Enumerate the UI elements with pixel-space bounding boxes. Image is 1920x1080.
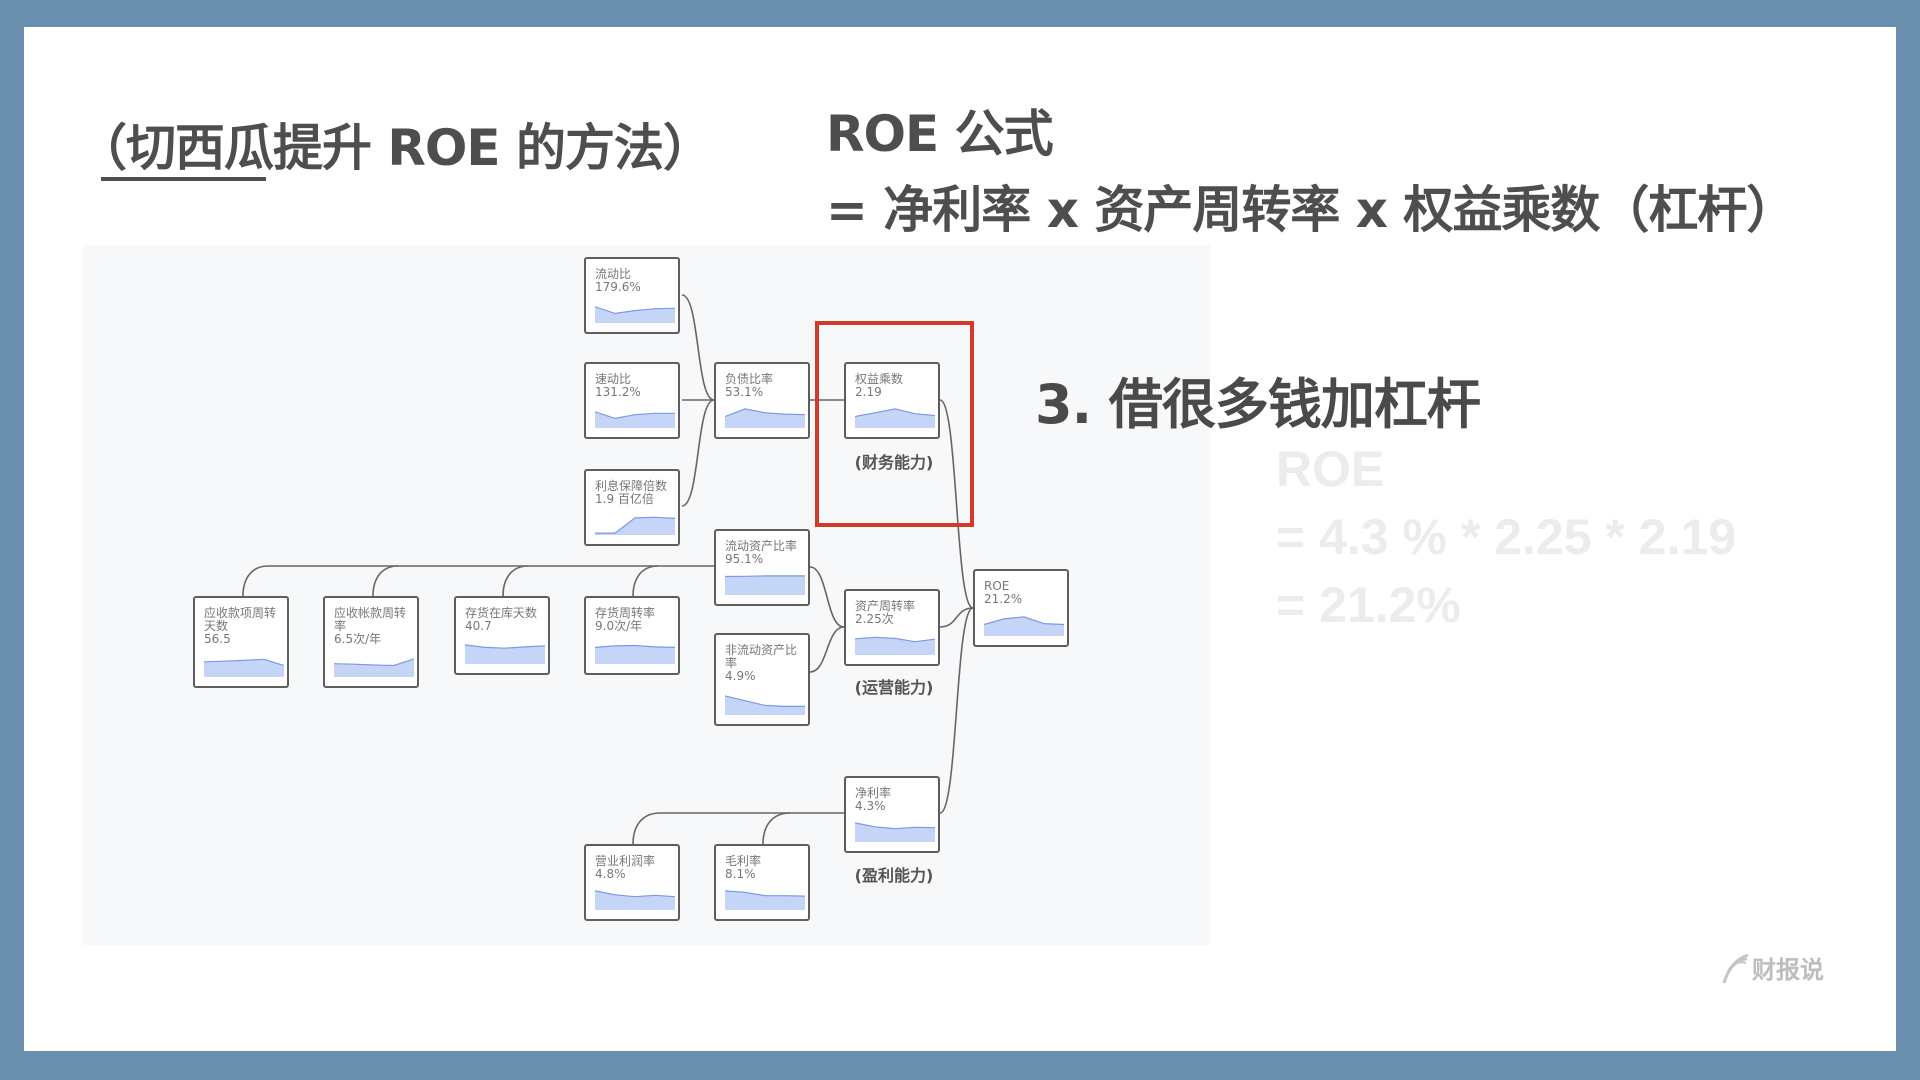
node-label: 利息保障倍数 1.9 百亿倍 [595,480,674,506]
node-label: 流动资产比率 95.1% [725,540,804,566]
sparkline-chart [725,695,805,715]
caption-profit: (盈利能力) [854,866,934,885]
node-debt-ratio[interactable]: 负债比率 53.1% [714,362,810,439]
node-asset-turnover[interactable]: 资产周转率 2.25次 [844,589,940,666]
sparkline-chart [725,408,805,428]
node-value: 131.2% [595,385,641,399]
sparkline-area [725,890,805,910]
logo-text: 财报说 [1752,956,1824,984]
node-value: 9.0次/年 [595,619,643,633]
node-inventory-turnover[interactable]: 存货周转率 9.0次/年 [584,596,680,675]
node-value: 95.1% [725,552,764,566]
node-label: 速动比 131.2% [595,373,674,399]
sparkline-chart [595,411,675,428]
sparkline-area [725,575,805,595]
node-value: 56.5 [204,632,231,646]
point-heading: 3. 借很多钱加杠杆 [1035,373,1481,436]
sparkline-area [595,517,675,535]
roe-formula: = 净利率 x 资产周转率 x 权益乘数（杠杆） [826,181,1796,239]
feather-logo-icon [1722,953,1749,983]
node-quick-ratio[interactable]: 速动比 131.2% [584,362,680,439]
sparkline-area [984,616,1064,636]
brand-logo: 财报说 [1720,950,1824,985]
calc-line-2: = 4.3 % * 2.25 * 2.19 [1276,509,1737,565]
calc-line-3: = 21.2% [1276,577,1461,633]
node-noncurrent-asset-ratio[interactable]: 非流动资产比率 4.9% [714,633,810,726]
sparkline-area [334,658,414,677]
node-name: 应收款项周转天数 [204,606,277,633]
node-label: 净利率 4.3% [855,787,934,813]
sparkline-chart [595,516,675,535]
node-receivable-days[interactable]: 应收款项周转天数 56.5 [193,596,289,688]
sparkline-chart [725,890,805,910]
slide-title: （切西瓜提升 ROE 的方法） [77,119,713,177]
node-value: 21.2% [984,592,1023,606]
node-inventory-days[interactable]: 存货在库天数 40.7 [454,596,550,675]
sparkline-line [725,575,805,578]
sparkline-area [595,645,675,664]
sparkline-area [855,637,935,655]
node-value: 6.5次/年 [334,632,382,646]
sparkline-chart [725,575,805,595]
caption-operation: (运营能力) [854,678,934,697]
node-label: 负债比率 53.1% [725,373,804,399]
node-gross-margin[interactable]: 毛利率 8.1% [714,844,810,921]
node-label: 资产周转率 2.25次 [855,600,934,626]
node-label: 存货周转率 9.0次/年 [595,607,674,633]
node-value: 1.9 百亿倍 [595,492,654,506]
sparkline-chart [595,306,675,323]
node-current-asset-ratio[interactable]: 流动资产比率 95.1% [714,529,810,606]
formula-heading: ROE 公式 [826,105,1054,163]
sparkline-chart [855,636,935,655]
sparkline-area [595,306,675,323]
node-value: 4.3% [855,799,886,813]
node-name: 应收帐款周转率 [334,606,407,633]
node-value: 179.6% [595,280,641,294]
sparkline-chart [465,644,545,664]
node-receivable-turnover[interactable]: 应收帐款周转率 6.5次/年 [323,596,419,688]
sparkline-chart [595,890,675,910]
title-underline [101,177,266,181]
node-interest-coverage[interactable]: 利息保障倍数 1.9 百亿倍 [584,469,680,546]
node-value: 4.9% [725,669,756,683]
highlight-box-equity-multiplier [815,321,974,527]
sparkline-chart [334,658,414,677]
node-current-ratio[interactable]: 流动比 179.6% [584,257,680,334]
node-label: 毛利率 8.1% [725,855,804,881]
node-operating-margin[interactable]: 营业利润率 4.8% [584,844,680,921]
node-value: 4.8% [595,867,626,881]
node-roe[interactable]: ROE 21.2% [973,569,1069,647]
caption-finance: (财务能力) [854,453,934,472]
node-value: 8.1% [725,867,756,881]
node-net-margin[interactable]: 净利率 4.3% [844,776,940,853]
sparkline-chart [204,658,284,677]
sparkline-chart [595,644,675,664]
node-label: 应收款项周转天数 56.5 [204,607,283,646]
sparkline-chart [855,822,935,842]
node-label: ROE 21.2% [984,580,1063,606]
node-label: 流动比 179.6% [595,268,674,294]
calc-line-1: ROE [1276,441,1385,497]
node-value: 2.25次 [855,612,894,626]
node-label: 营业利润率 4.8% [595,855,674,881]
node-label: 应收帐款周转率 6.5次/年 [334,607,413,646]
node-value: 40.7 [465,619,492,633]
node-label: 非流动资产比率 4.9% [725,644,804,683]
node-label: 存货在库天数 40.7 [465,607,544,633]
node-name: 非流动资产比率 [725,643,798,670]
node-value: 53.1% [725,385,764,399]
sparkline-chart [984,616,1064,636]
